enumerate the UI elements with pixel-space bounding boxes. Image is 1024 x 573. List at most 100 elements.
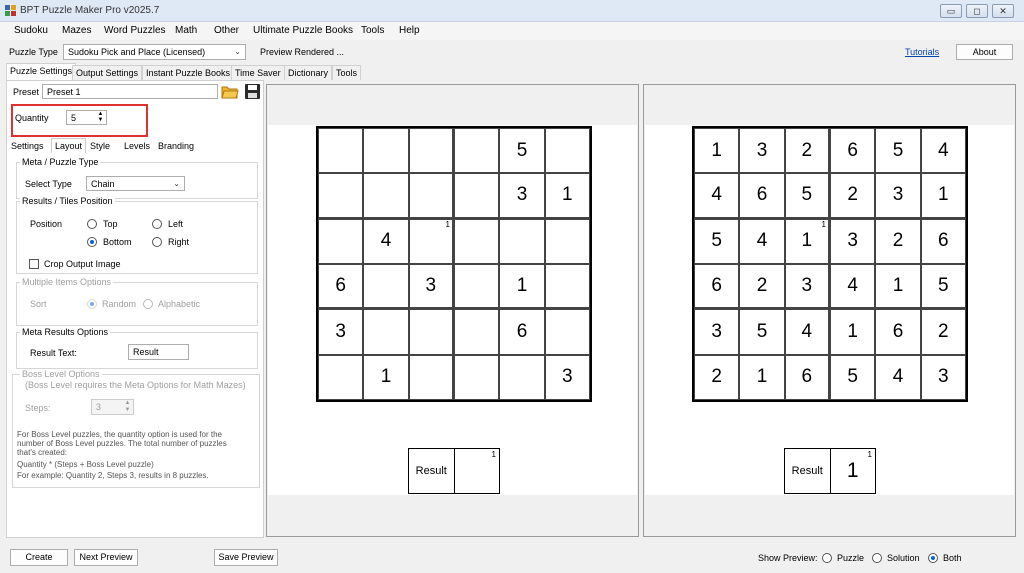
grid-cell: 3 bbox=[875, 173, 921, 219]
result-text-input[interactable]: Result bbox=[128, 344, 189, 360]
grid-cell: 4 bbox=[784, 309, 830, 355]
maximize-button[interactable]: ◻ bbox=[966, 4, 988, 18]
tutorials-link[interactable]: Tutorials bbox=[905, 47, 939, 57]
create-button[interactable]: Create bbox=[10, 549, 68, 566]
grid-cell: 3 bbox=[829, 218, 876, 264]
result-label: Result bbox=[409, 449, 455, 493]
grid-cell bbox=[363, 263, 409, 310]
minimize-button[interactable]: ▭ bbox=[940, 4, 962, 18]
close-button[interactable]: ✕ bbox=[992, 4, 1014, 18]
grid-cell: 6 bbox=[318, 263, 364, 310]
tab-puzzle-settings[interactable]: Puzzle Settings bbox=[6, 63, 77, 80]
chevron-down-icon: ⌄ bbox=[173, 179, 180, 188]
grid-cell bbox=[318, 173, 364, 219]
cell-value: 3 bbox=[938, 366, 949, 388]
position-bottom-radio[interactable] bbox=[87, 237, 97, 247]
save-preview-button[interactable]: Save Preview bbox=[214, 549, 278, 566]
show-solution-radio[interactable] bbox=[872, 553, 882, 563]
grid-cell: 6 bbox=[694, 263, 740, 310]
crop-output-checkbox[interactable] bbox=[29, 259, 39, 269]
cell-value: 6 bbox=[335, 275, 346, 297]
menu-tools[interactable]: Tools bbox=[357, 24, 388, 37]
cell-value: 5 bbox=[516, 139, 528, 161]
grid-cell: 2 bbox=[875, 218, 921, 264]
tab-output-settings[interactable]: Output Settings bbox=[72, 65, 143, 80]
grid-cell bbox=[499, 218, 545, 264]
grid-cell: 6 bbox=[739, 173, 785, 219]
open-folder-icon[interactable] bbox=[221, 83, 239, 100]
tab-dictionary[interactable]: Dictionary bbox=[284, 65, 333, 80]
position-top-label: Top bbox=[103, 219, 118, 229]
grid-cell: 3 bbox=[694, 309, 740, 355]
meta-puzzle-title: Meta / Puzzle Type bbox=[20, 157, 101, 167]
menu-help[interactable]: Help bbox=[395, 24, 424, 37]
grid-cell bbox=[544, 309, 590, 355]
next-preview-button[interactable]: Next Preview bbox=[74, 549, 138, 566]
cell-value: 1 bbox=[516, 275, 528, 297]
cell-value: 4 bbox=[847, 275, 858, 297]
grid-cell: 1 bbox=[408, 218, 454, 264]
sub-tab-levels[interactable]: Levels bbox=[124, 141, 150, 151]
sub-tab-settings[interactable]: Settings bbox=[11, 141, 44, 151]
grid-cell: 1 bbox=[920, 173, 966, 219]
grid-cell: 5 bbox=[920, 263, 966, 310]
cell-value: 3 bbox=[847, 230, 858, 252]
sub-tab-branding[interactable]: Branding bbox=[158, 141, 194, 151]
spin-arrows-icon[interactable]: ▲ ▼ bbox=[123, 400, 132, 414]
result-superscript: 1 bbox=[491, 450, 496, 459]
result-label: Result bbox=[785, 449, 831, 493]
tab-instant-puzzle-books[interactable]: Instant Puzzle Books bbox=[142, 65, 235, 80]
sub-tab-style[interactable]: Style bbox=[90, 141, 110, 151]
sort-alphabetic-radio[interactable] bbox=[143, 299, 153, 309]
about-button[interactable]: About bbox=[956, 44, 1013, 60]
app-icon bbox=[5, 5, 16, 16]
tab-tools[interactable]: Tools bbox=[332, 65, 362, 80]
cell-value: 6 bbox=[756, 184, 768, 206]
position-top-radio[interactable] bbox=[87, 219, 97, 229]
position-label: Position bbox=[30, 219, 63, 229]
menu-mazes[interactable]: Mazes bbox=[58, 24, 95, 37]
results-tiles-title: Results / Tiles Position bbox=[20, 196, 115, 206]
crop-output-label: Crop Output Image bbox=[44, 259, 121, 269]
show-puzzle-radio[interactable] bbox=[822, 553, 832, 563]
position-left-radio[interactable] bbox=[152, 219, 162, 229]
grid-cell bbox=[453, 263, 500, 310]
spin-arrows-icon[interactable]: ▲ ▼ bbox=[96, 111, 105, 123]
grid-cell: 4 bbox=[875, 354, 921, 400]
quantity-stepper[interactable]: 5 ▲ ▼ bbox=[66, 110, 107, 125]
save-icon[interactable] bbox=[244, 83, 261, 100]
menu-other[interactable]: Other bbox=[210, 24, 243, 37]
grid-cell: 5 bbox=[499, 128, 545, 174]
cell-value: 4 bbox=[801, 320, 813, 342]
position-right-radio[interactable] bbox=[152, 237, 162, 247]
solution-grid: 1326544652315411326623415354162216543 bbox=[692, 126, 968, 402]
puzzle-type-select[interactable]: Sudoku Pick and Place (Licensed) ⌄ bbox=[63, 44, 246, 60]
meta-results-title: Meta Results Options bbox=[20, 327, 111, 337]
grid-cell: 11 bbox=[784, 218, 830, 264]
menu-ultimate-puzzle-books[interactable]: Ultimate Puzzle Books bbox=[249, 24, 357, 37]
grid-cell bbox=[544, 218, 590, 264]
preset-input[interactable]: Preset 1 bbox=[42, 84, 218, 99]
sub-tab-layout[interactable]: Layout bbox=[51, 138, 87, 153]
grid-cell bbox=[318, 218, 364, 264]
select-type-dropdown[interactable]: Chain ⌄ bbox=[86, 176, 185, 191]
steps-stepper[interactable]: 3 ▲ ▼ bbox=[91, 399, 134, 415]
sort-random-radio[interactable] bbox=[87, 299, 97, 309]
cell-value: 1 bbox=[562, 184, 573, 206]
result-superscript: 1 bbox=[867, 450, 872, 459]
cell-value: 4 bbox=[892, 366, 904, 388]
position-left-label: Left bbox=[168, 219, 184, 229]
menu-math[interactable]: Math bbox=[171, 24, 201, 37]
grid-cell bbox=[408, 354, 454, 400]
cell-value: 1 bbox=[756, 366, 768, 388]
result-answer: 1 1 bbox=[846, 450, 872, 482]
menu-word-puzzles[interactable]: Word Puzzles bbox=[100, 24, 170, 37]
menu-sudoku[interactable]: Sudoku bbox=[10, 24, 52, 37]
grid-cell: 6 bbox=[875, 309, 921, 355]
tab-time-saver[interactable]: Time Saver bbox=[231, 65, 285, 80]
grid-cell bbox=[408, 173, 454, 219]
grid-cell: 3 bbox=[499, 173, 545, 219]
cell-value: 1 bbox=[847, 320, 858, 342]
boss-help-line-1: For Boss Level puzzles, the quantity opt… bbox=[17, 430, 223, 439]
show-both-radio[interactable] bbox=[928, 553, 938, 563]
